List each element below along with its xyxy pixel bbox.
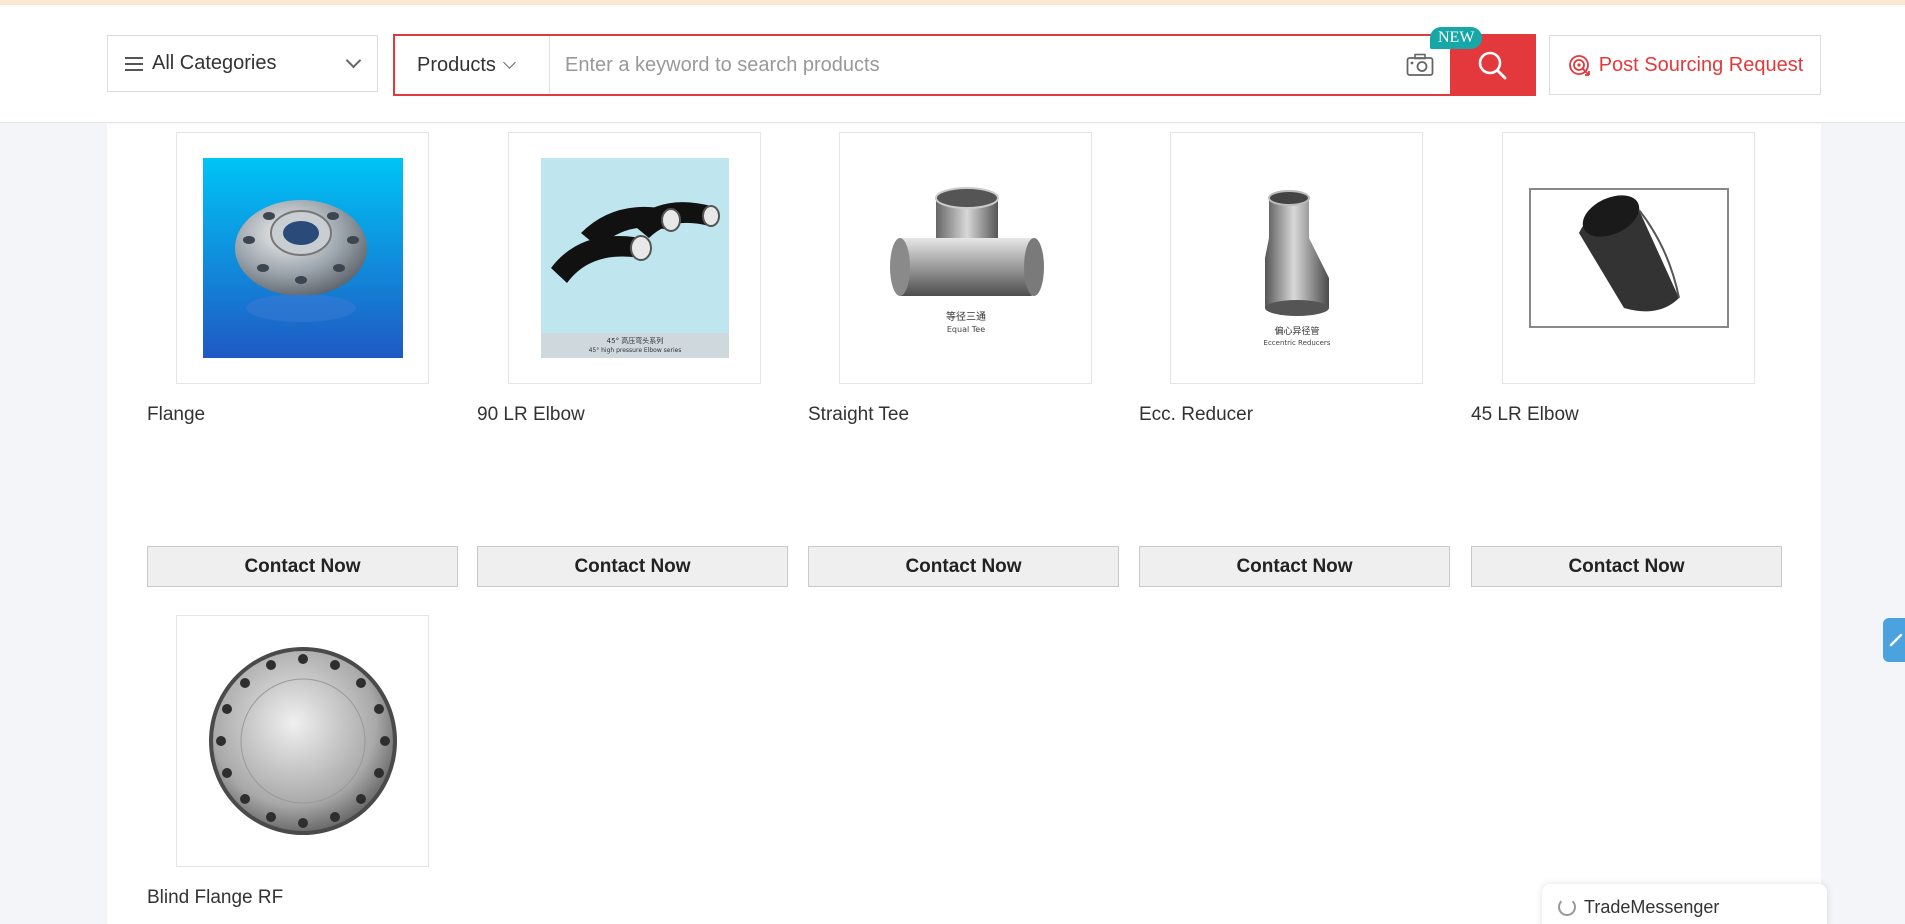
product-thumbnail[interactable] — [176, 132, 429, 384]
all-categories-label: All Categories — [152, 52, 277, 74]
search-input[interactable] — [550, 36, 1390, 94]
trade-messenger-label: TradeMessenger — [1584, 896, 1720, 917]
new-badge: NEW — [1430, 27, 1483, 49]
product-name[interactable]: 45 LR Elbow — [1471, 404, 1579, 426]
all-categories-dropdown[interactable]: All Categories — [107, 35, 378, 92]
image-caption: Eccentric Reducers — [1263, 339, 1330, 347]
product-name[interactable]: Ecc. Reducer — [1139, 404, 1253, 426]
product-name[interactable]: Blind Flange RF — [147, 887, 283, 909]
site-header: All Categories Products Enter a keyword … — [0, 5, 1905, 123]
post-sourcing-request-button[interactable]: Post Sourcing Request — [1549, 35, 1821, 95]
contact-now-button[interactable]: Contact Now — [1471, 546, 1782, 587]
loading-spinner-icon — [1558, 898, 1576, 916]
contact-now-button[interactable]: Contact Now — [808, 546, 1119, 587]
contact-now-button[interactable]: Contact Now — [477, 546, 788, 587]
search-icon — [1478, 51, 1507, 80]
trade-messenger-widget[interactable]: TradeMessenger — [1542, 884, 1827, 924]
elbow-45-image — [1528, 188, 1729, 328]
image-caption: 45° high pressure Elbow series — [588, 347, 681, 354]
chevron-down-icon — [345, 52, 362, 69]
elbow-90-image: 45° 高压弯头系列 45° high pressure Elbow serie… — [540, 158, 729, 358]
search-bar: Products — [393, 34, 1536, 96]
scroll-to-top-tab[interactable] — [1883, 618, 1905, 662]
camera-icon — [1406, 53, 1434, 76]
product-thumbnail[interactable] — [176, 615, 429, 867]
image-caption: 等径三通 — [946, 310, 986, 323]
tee-image: 等径三通 Equal Tee — [865, 158, 1066, 358]
product-name[interactable]: Straight Tee — [808, 404, 909, 426]
reducer-image: 偏心异径管 Eccentric Reducers — [1196, 158, 1397, 358]
post-sourcing-label: Post Sourcing Request — [1598, 53, 1804, 76]
flange-image — [202, 158, 403, 358]
product-name[interactable]: Flange — [147, 404, 205, 426]
image-caption: Equal Tee — [946, 325, 984, 334]
image-caption: 偏心异径管 — [1274, 325, 1319, 337]
product-thumbnail[interactable]: 等径三通 Equal Tee — [839, 132, 1092, 384]
product-grid: Flange Contact Now 45° 高压弯头系列 45° high p… — [107, 124, 1821, 924]
chevron-down-icon — [503, 55, 516, 69]
product-thumbnail[interactable]: 偏心异径管 Eccentric Reducers — [1170, 132, 1423, 384]
search-scope-label: Products — [417, 53, 496, 76]
blind-flange-image — [208, 647, 397, 835]
product-thumbnail[interactable] — [1502, 132, 1755, 384]
menu-icon — [125, 56, 143, 71]
target-icon — [1568, 55, 1590, 76]
contact-now-button[interactable]: Contact Now — [147, 546, 458, 587]
arrow-up-icon — [1889, 633, 1903, 647]
product-thumbnail[interactable]: 45° 高压弯头系列 45° high pressure Elbow serie… — [508, 132, 761, 384]
contact-now-button[interactable]: Contact Now — [1139, 546, 1450, 587]
search-scope-dropdown[interactable]: Products — [395, 36, 550, 94]
product-name[interactable]: 90 LR Elbow — [477, 404, 585, 426]
image-caption: 45° 高压弯头系列 — [606, 336, 663, 345]
